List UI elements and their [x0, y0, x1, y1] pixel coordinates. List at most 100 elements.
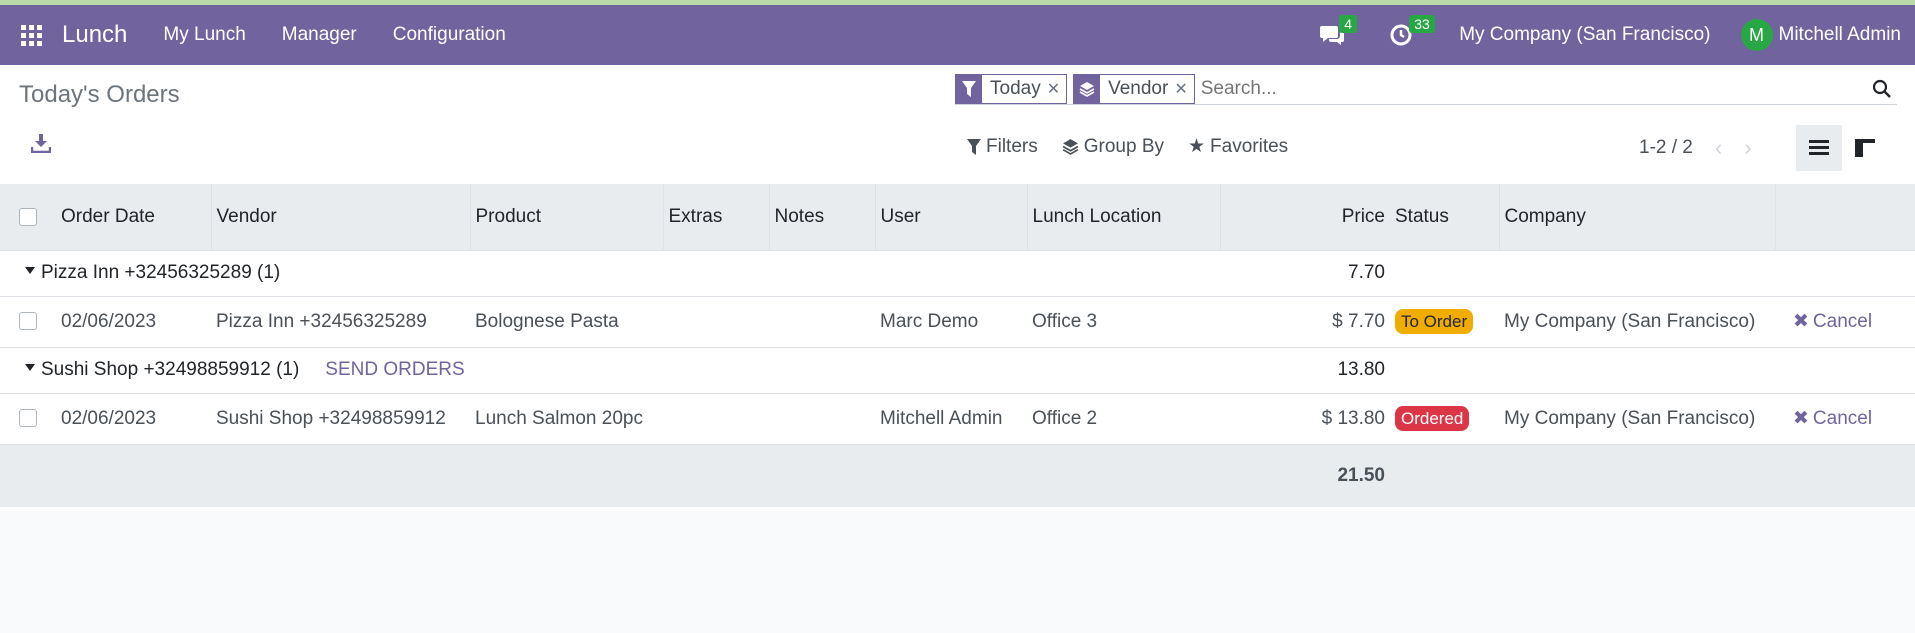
search-icon[interactable] — [1867, 79, 1897, 99]
total-row: 21.50 — [0, 443, 1915, 507]
view-switcher — [1796, 125, 1888, 171]
menu-configuration[interactable]: Configuration — [393, 24, 506, 46]
messages-button[interactable]: 4 — [1319, 15, 1357, 48]
col-price[interactable]: Price — [1220, 184, 1390, 250]
cancel-button[interactable]: ✖ Cancel — [1793, 310, 1872, 333]
col-lunch-location[interactable]: Lunch Location — [1027, 184, 1221, 250]
filters-button[interactable]: Filters — [967, 135, 1038, 158]
messages-count-badge: 4 — [1339, 15, 1357, 33]
apps-menu-button[interactable] — [0, 5, 62, 65]
search-input[interactable] — [1200, 77, 1867, 100]
facet-today: Today ✕ — [955, 73, 1068, 104]
avatar[interactable]: M — [1740, 19, 1773, 51]
cell-user: Mitchell Admin — [875, 392, 1027, 444]
control-panel: Today's Orders Today ✕ Vendor ✕ Search..… — [0, 65, 1915, 185]
cell-product: Lunch Salmon 20pc — [470, 392, 663, 444]
cell-company: My Company (San Francisco) — [1499, 392, 1775, 444]
menu-manager[interactable]: Manager — [282, 24, 357, 46]
facet-value: Vendor — [1108, 77, 1169, 99]
close-icon: ✖ — [1793, 408, 1809, 429]
status-badge: Ordered — [1395, 406, 1470, 431]
facet-vendor: Vendor ✕ — [1073, 73, 1195, 104]
col-notes[interactable]: Notes — [769, 184, 876, 250]
cell-lunch-location: Office 3 — [1027, 295, 1220, 347]
grand-total: 21.50 — [1220, 443, 1390, 507]
search-options: Filters Group By ★ Favorites — [967, 135, 1288, 158]
page-title: Today's Orders — [19, 81, 180, 108]
kanban-icon — [1855, 139, 1875, 157]
menu-my-lunch[interactable]: My Lunch — [163, 24, 245, 46]
cell-notes — [769, 392, 875, 444]
cell-notes — [769, 295, 875, 347]
row-checkbox[interactable] — [19, 409, 37, 428]
facet-value: Today — [990, 77, 1041, 99]
cell-price: $ 13.80 — [1220, 392, 1390, 444]
group-row-sushi-shop[interactable]: Sushi Shop +32498859912 (1) SEND ORDERS 1… — [0, 346, 1915, 393]
pager: 1-2 / 2 ‹ › — [1639, 135, 1752, 161]
cell-order-date: 02/06/2023 — [56, 295, 211, 347]
remove-facet-icon[interactable]: ✕ — [1047, 79, 1066, 99]
cancel-button[interactable]: ✖ Cancel — [1793, 407, 1872, 430]
cell-lunch-location: Office 2 — [1027, 392, 1220, 444]
user-menu[interactable]: Mitchell Admin — [1779, 24, 1902, 46]
app-name[interactable]: Lunch — [62, 21, 127, 49]
cell-vendor: Pizza Inn +32456325289 — [211, 295, 470, 347]
chevron-right-icon[interactable]: › — [1744, 135, 1751, 161]
empty-area — [0, 511, 1915, 633]
col-status[interactable]: Status — [1390, 184, 1500, 250]
activities-count-badge: 33 — [1409, 15, 1435, 33]
groupby-label: Group By — [1083, 135, 1164, 157]
download-button[interactable] — [30, 133, 52, 159]
group-subtotal: 7.70 — [1220, 249, 1390, 296]
group-label: Sushi Shop +32498859912 (1) — [41, 359, 300, 380]
send-orders-button[interactable]: SEND ORDERS — [325, 359, 464, 380]
select-all-checkbox[interactable] — [19, 207, 37, 226]
layers-icon — [1074, 74, 1101, 103]
activities-button[interactable]: 33 — [1389, 15, 1435, 48]
cell-vendor: Sushi Shop +32498859912 — [211, 392, 470, 444]
cell-extras — [663, 295, 769, 347]
table-row[interactable]: 02/06/2023 Sushi Shop +32498859912 Lunch… — [0, 392, 1915, 444]
list-icon — [1809, 140, 1829, 155]
close-icon: ✖ — [1793, 311, 1809, 332]
table-row[interactable]: 02/06/2023 Pizza Inn +32456325289 Bologn… — [0, 295, 1915, 347]
filters-label: Filters — [986, 135, 1038, 157]
col-vendor[interactable]: Vendor — [211, 184, 471, 250]
col-product[interactable]: Product — [470, 184, 664, 250]
select-all-cell — [0, 184, 56, 250]
cell-product: Bolognese Pasta — [470, 295, 663, 347]
col-actions — [1775, 184, 1915, 250]
group-subtotal: 13.80 — [1220, 346, 1390, 393]
status-badge: To Order — [1395, 309, 1474, 334]
filter-icon — [967, 138, 981, 155]
col-extras[interactable]: Extras — [663, 184, 770, 250]
table-header: Order Date Vendor Product Extras Notes U… — [0, 184, 1915, 250]
cell-price: $ 7.70 — [1220, 295, 1390, 347]
col-company[interactable]: Company — [1499, 184, 1776, 250]
orders-table: Order Date Vendor Product Extras Notes U… — [0, 184, 1915, 507]
star-icon: ★ — [1188, 136, 1206, 157]
apps-grid-icon — [20, 24, 42, 46]
company-switcher[interactable]: My Company (San Francisco) — [1459, 24, 1710, 46]
list-view-button[interactable] — [1796, 125, 1842, 171]
main-navbar: Lunch My Lunch Manager Configuration 4 3… — [0, 5, 1915, 65]
search-bar: Today ✕ Vendor ✕ — [955, 73, 1897, 105]
remove-facet-icon[interactable]: ✕ — [1174, 79, 1193, 99]
row-checkbox[interactable] — [19, 312, 37, 331]
kanban-view-button[interactable] — [1842, 125, 1888, 171]
filter-icon — [956, 74, 982, 103]
group-label: Pizza Inn +32456325289 (1) — [41, 262, 281, 283]
download-icon — [30, 134, 52, 154]
layers-icon — [1062, 139, 1079, 155]
groupby-button[interactable]: Group By — [1062, 135, 1164, 158]
pager-value[interactable]: 1-2 / 2 — [1639, 137, 1693, 159]
chevron-left-icon[interactable]: ‹ — [1715, 135, 1722, 161]
col-order-date[interactable]: Order Date — [56, 184, 212, 250]
favorites-button[interactable]: ★ Favorites — [1188, 135, 1288, 158]
favorites-label: Favorites — [1210, 135, 1289, 157]
cell-order-date: 02/06/2023 — [56, 392, 211, 444]
group-row-pizza-inn[interactable]: Pizza Inn +32456325289 (1) 7.70 — [0, 249, 1915, 296]
cell-company: My Company (San Francisco) — [1499, 295, 1775, 347]
col-user[interactable]: User — [875, 184, 1028, 250]
caret-down-icon — [25, 267, 35, 275]
